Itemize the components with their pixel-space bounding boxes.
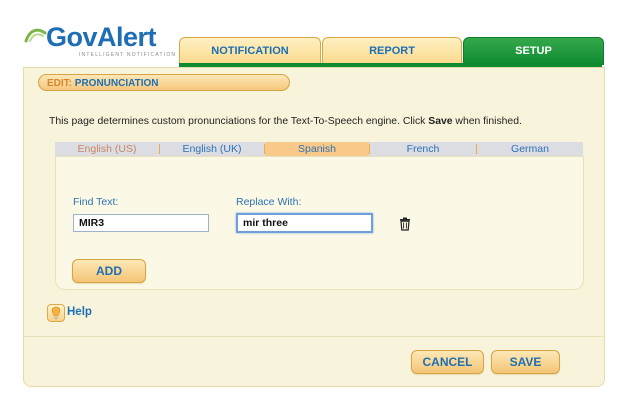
tab-language-german[interactable]: German <box>477 142 583 156</box>
page-title: EDIT: PRONUNCIATION <box>38 74 290 91</box>
tab-language-french[interactable]: French <box>370 142 476 156</box>
footer-divider <box>24 336 603 337</box>
find-text-label: Find Text: <box>73 196 119 208</box>
intro-text: This page determines custom pronunciatio… <box>49 116 522 127</box>
lightbulb-icon <box>47 304 65 322</box>
save-button[interactable]: SAVE <box>491 350 560 374</box>
add-button[interactable]: ADD <box>72 259 146 283</box>
page-title-prefix: EDIT: <box>47 78 72 89</box>
cancel-button[interactable]: CANCEL <box>411 350 484 374</box>
tab-setup[interactable]: SETUP <box>463 37 604 65</box>
help-label: Help <box>67 306 92 318</box>
intro-save-word: Save <box>428 116 453 127</box>
tab-language-english-us[interactable]: English (US) <box>55 142 159 156</box>
tab-language-spanish[interactable]: Spanish <box>265 142 369 156</box>
logo-tagline: INTELLIGENT NOTIFICATION <box>79 52 177 58</box>
tab-report[interactable]: REPORT <box>322 37 462 65</box>
tab-language-english-uk[interactable]: English (UK) <box>160 142 264 156</box>
intro-text-start: This page determines custom pronunciatio… <box>49 116 429 127</box>
replace-with-input[interactable] <box>236 213 373 233</box>
page-title-text: PRONUNCIATION <box>74 78 159 89</box>
logo-text: GovAlert <box>46 22 157 52</box>
tab-notification[interactable]: NOTIFICATION <box>179 37 321 65</box>
replace-with-label: Replace With: <box>236 196 302 208</box>
intro-text-end: when finished. <box>452 116 522 127</box>
find-text-input[interactable] <box>73 214 209 232</box>
language-tabs: English (US) English (UK) Spanish French… <box>55 142 583 156</box>
trash-icon[interactable] <box>399 217 411 231</box>
govalert-logo: GovAlert INTELLIGENT NOTIFICATION <box>24 22 184 62</box>
